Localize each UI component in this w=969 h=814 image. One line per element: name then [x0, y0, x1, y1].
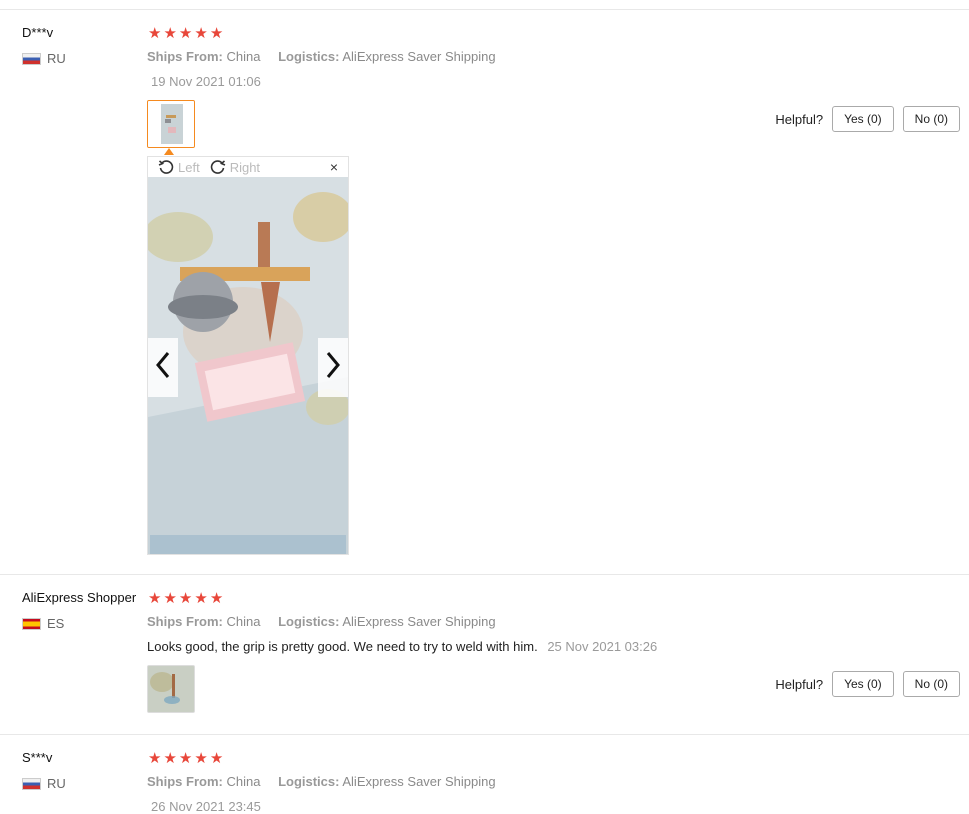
review-date: 19 Nov 2021 01:06: [151, 74, 261, 89]
star-icon: ★: [209, 25, 224, 42]
star-icon: ★: [163, 590, 177, 607]
chevron-right-icon: [325, 351, 341, 384]
country-code: RU: [47, 776, 66, 791]
prev-photo-button[interactable]: [148, 338, 178, 397]
ships-from-label: Ships From:: [147, 49, 223, 64]
star-icon: ★: [209, 590, 224, 607]
helpful-yes-button[interactable]: Yes (0): [832, 671, 894, 697]
helpful-no-button[interactable]: No (0): [902, 106, 960, 132]
rating-stars: ★ ★ ★ ★ ★: [148, 751, 223, 766]
rotate-right-button[interactable]: Right: [210, 159, 260, 175]
reviewer-name: S***v: [22, 750, 53, 765]
helpful-label: Helpful?: [775, 111, 824, 127]
reviewer-name: D***v: [22, 25, 54, 40]
ships-from-label: Ships From:: [147, 614, 223, 629]
star-icon: ★: [194, 750, 208, 767]
helpful-label: Helpful?: [775, 676, 824, 692]
review-date: 25 Nov 2021 03:26: [547, 639, 658, 654]
logistics-label: Logistics:: [278, 49, 340, 64]
ships-from-value: China: [226, 614, 261, 629]
rotate-left-label: Left: [178, 159, 200, 175]
review-text: Looks good, the grip is pretty good. We …: [147, 639, 538, 654]
country-code: ES: [47, 616, 65, 631]
star-icon: ★: [209, 750, 224, 767]
shipping-meta: Ships From: China Logistics: AliExpress …: [147, 774, 510, 789]
shipping-meta: Ships From: China Logistics: AliExpress …: [147, 614, 510, 629]
review-photo-thumbnail[interactable]: [147, 100, 195, 148]
helpful-section: Helpful? Yes (0) No (0): [775, 671, 960, 697]
next-photo-button[interactable]: [318, 338, 348, 397]
flag-es-icon: [22, 617, 41, 630]
rating-stars: ★ ★ ★ ★ ★: [148, 591, 223, 606]
rating-stars: ★ ★ ★ ★ ★: [148, 26, 223, 41]
ships-from-value: China: [226, 49, 261, 64]
flag-ru-icon: [22, 777, 41, 790]
helpful-yes-button[interactable]: Yes (0): [832, 106, 894, 132]
rotate-left-icon: [158, 159, 174, 175]
divider: [0, 574, 969, 575]
star-icon: ★: [163, 25, 177, 42]
logistics-value: AliExpress Saver Shipping: [342, 49, 496, 64]
star-icon: ★: [194, 590, 208, 607]
logistics-label: Logistics:: [278, 774, 340, 789]
rotate-right-icon: [210, 159, 226, 175]
chevron-left-icon: [155, 351, 171, 384]
logistics-value: AliExpress Saver Shipping: [342, 614, 496, 629]
star-icon: ★: [194, 25, 208, 42]
helpful-no-button[interactable]: No (0): [902, 671, 960, 697]
divider: [0, 9, 969, 10]
divider: [0, 734, 969, 735]
viewer-toolbar: Left Right ×: [148, 157, 348, 177]
rotate-right-label: Right: [229, 159, 261, 175]
ships-from-value: China: [226, 774, 261, 789]
star-icon: ★: [163, 750, 177, 767]
helpful-section: Helpful? Yes (0) No (0): [775, 106, 960, 132]
reviewer-country: RU: [22, 51, 66, 66]
review-photo-large: [148, 177, 348, 554]
star-icon: ★: [178, 25, 193, 42]
star-icon: ★: [148, 590, 162, 607]
country-code: RU: [47, 51, 66, 66]
flag-ru-icon: [22, 52, 41, 65]
ships-from-label: Ships From:: [147, 774, 223, 789]
logistics-value: AliExpress Saver Shipping: [342, 774, 496, 789]
reviewer-country: RU: [22, 776, 66, 791]
shipping-meta: Ships From: China Logistics: AliExpress …: [147, 49, 510, 64]
reviewer-country: ES: [22, 616, 64, 631]
selected-caret: [164, 148, 174, 155]
star-icon: ★: [178, 750, 193, 767]
review-text-line: Looks good, the grip is pretty good. We …: [147, 639, 657, 654]
reviewer-name: AliExpress Shopper: [22, 590, 137, 605]
rotate-left-button[interactable]: Left: [158, 159, 200, 175]
close-icon[interactable]: ×: [330, 159, 338, 175]
star-icon: ★: [148, 750, 162, 767]
star-icon: ★: [148, 25, 162, 42]
star-icon: ★: [178, 590, 193, 607]
logistics-label: Logistics:: [278, 614, 340, 629]
photo-viewer: Left Right ×: [147, 156, 349, 555]
review-date: 26 Nov 2021 23:45: [151, 799, 261, 814]
review-photo-thumbnail[interactable]: [147, 665, 195, 713]
